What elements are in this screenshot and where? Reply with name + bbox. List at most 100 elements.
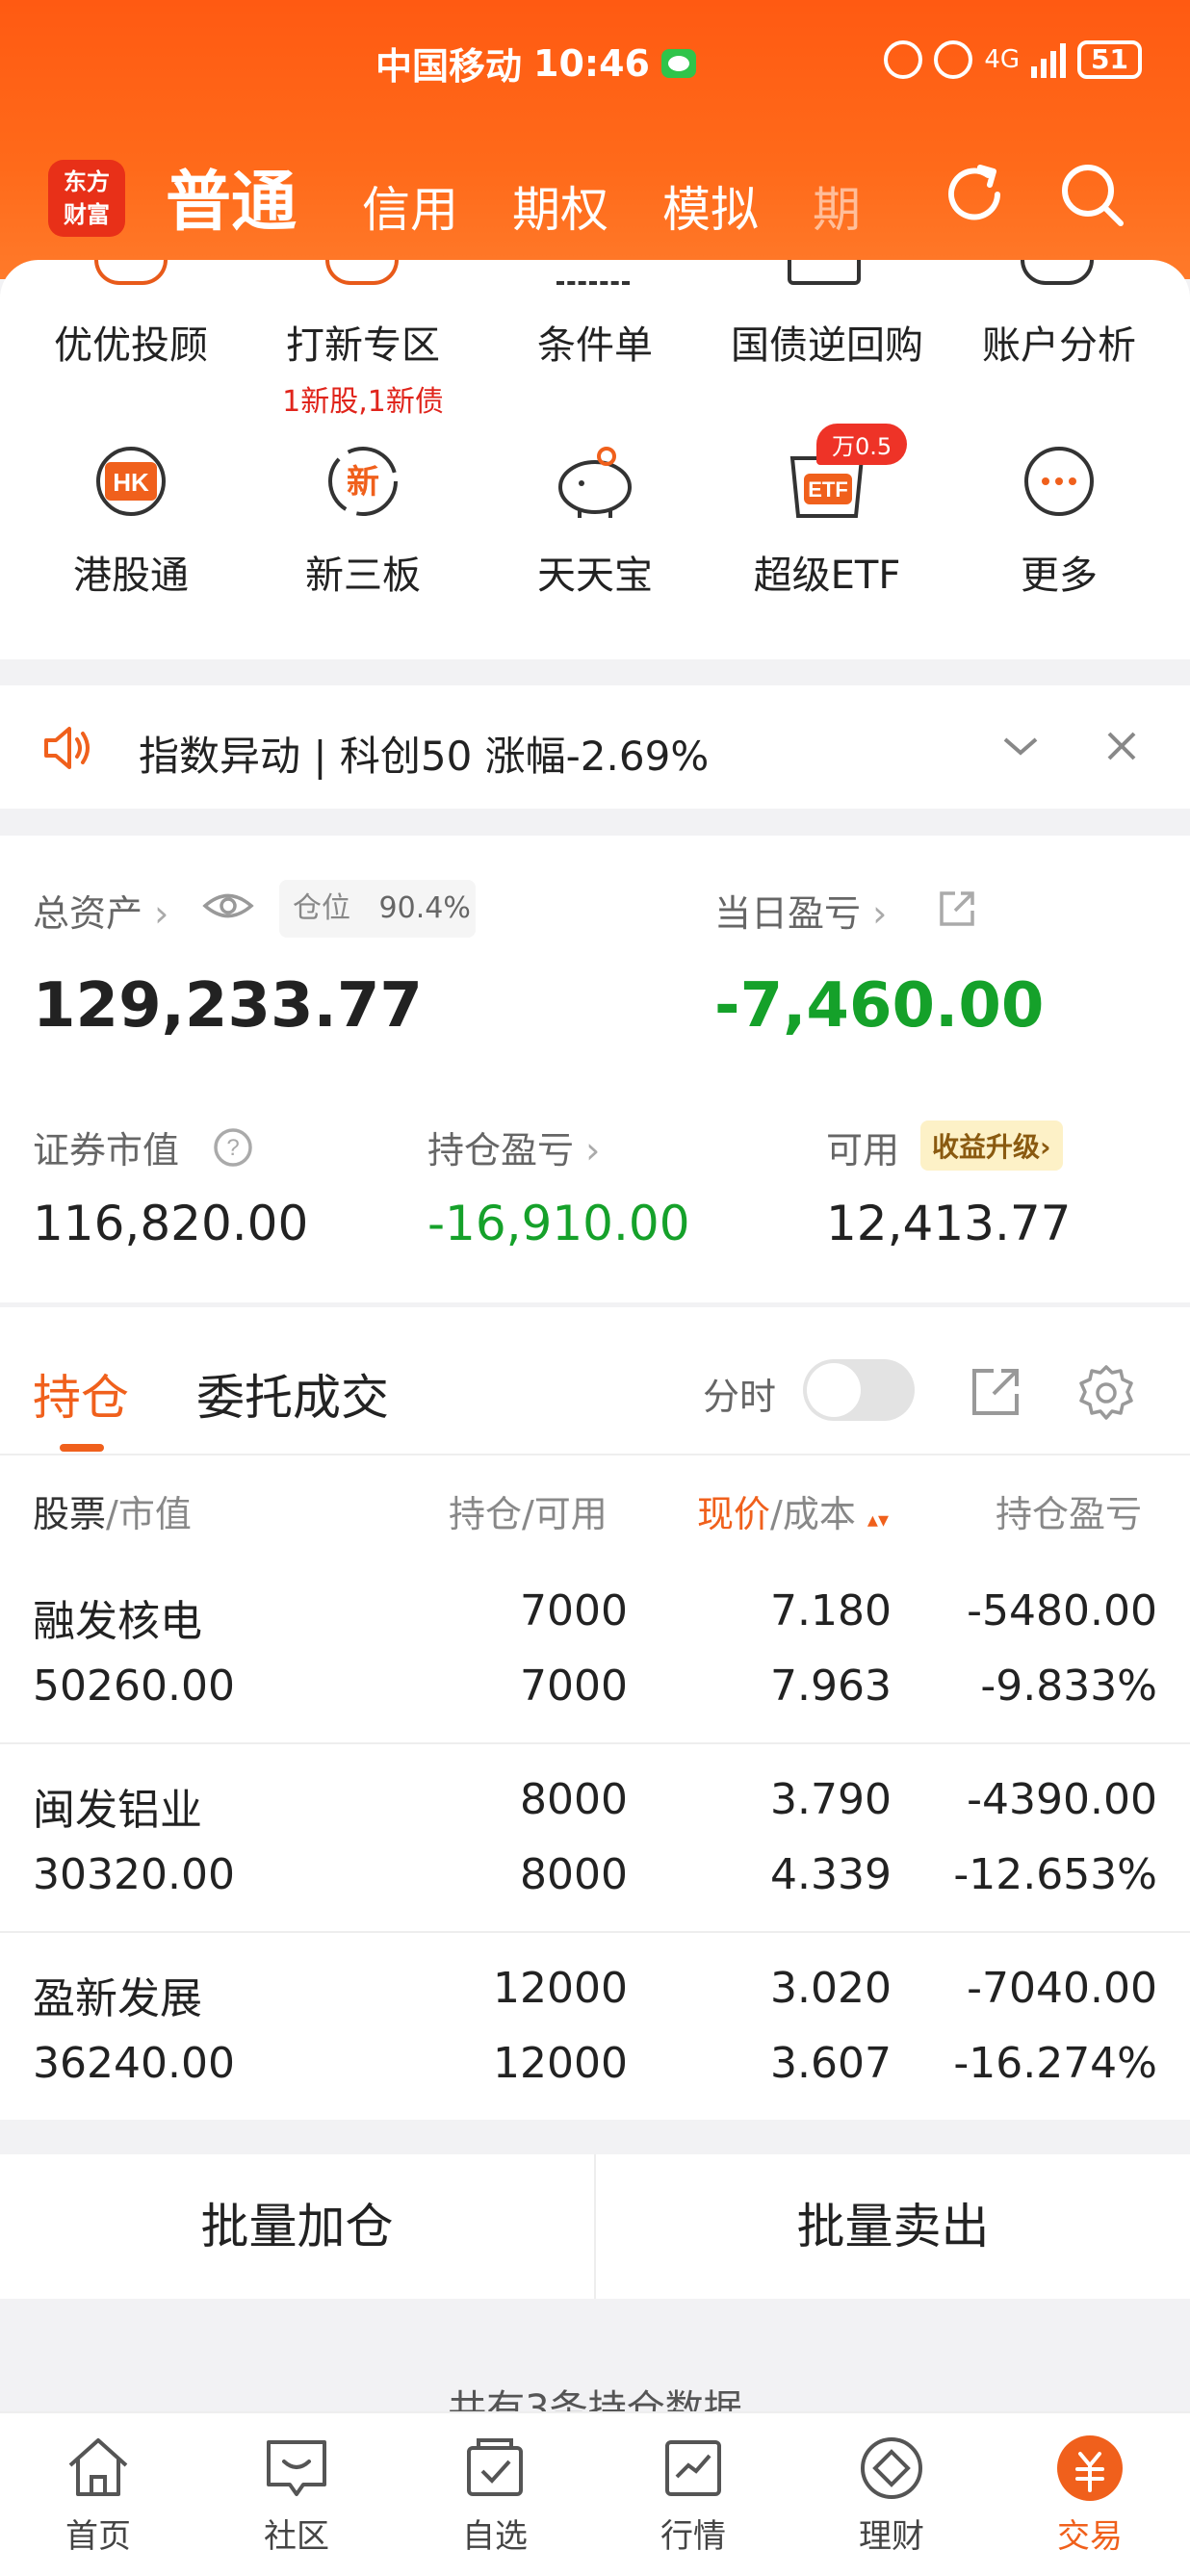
holding-pl-pct: -9.833%	[980, 1662, 1157, 1711]
close-icon[interactable]	[1103, 728, 1140, 764]
tab-orders[interactable]: 委托成交	[196, 1359, 389, 1429]
quick-item-label: 天天宝	[537, 554, 653, 598]
fenshi-toggle[interactable]	[803, 1359, 915, 1421]
nav-wealth[interactable]: 理财	[824, 2433, 959, 2557]
notice-text: 指数异动 | 科创50 涨幅-2.69%	[139, 733, 710, 780]
avail-qty: 8000	[520, 1850, 628, 1899]
holding-pl-pct: -16.274%	[953, 2039, 1157, 2088]
export-icon[interactable]	[969, 1365, 1022, 1419]
settings-gear-icon[interactable]	[1076, 1363, 1136, 1423]
status-center: 中国移动 10:46	[375, 37, 696, 90]
logo-text-bottom: 财富	[64, 201, 110, 228]
total-assets-link[interactable]: 总资产 ›	[33, 884, 168, 937]
batch-add-button[interactable]: 批量加仓	[0, 2154, 594, 2299]
quick-item-tiantianbao[interactable]: 天天宝	[479, 544, 711, 600]
wechat-icon	[660, 48, 696, 78]
quick-item-super-etf[interactable]: 超级ETF	[711, 544, 943, 600]
yield-upgrade-button[interactable]: 收益升级›	[920, 1121, 1063, 1171]
chevron-right-icon: ›	[154, 892, 169, 935]
eye-icon[interactable]	[202, 889, 254, 922]
chevron-right-icon: ›	[585, 1129, 601, 1172]
tab-simulated[interactable]: 模拟	[662, 171, 759, 241]
cost-price: 3.607	[770, 2039, 892, 2088]
tab-normal[interactable]: 普通	[166, 148, 297, 244]
quick-item-hk-connect[interactable]: 港股通	[15, 544, 246, 600]
market-chart-icon	[665, 2440, 721, 2496]
batch-sell-button[interactable]: 批量卖出	[596, 2154, 1190, 2299]
col-header-price[interactable]: 现价/成本 ▴▾	[697, 1484, 889, 1537]
wealth-icon	[861, 2437, 922, 2499]
alarm-icon	[934, 40, 973, 79]
more-icon	[1024, 447, 1094, 516]
svg-text:?: ?	[226, 1135, 239, 1161]
col-header-price-label: 现价	[697, 1493, 771, 1535]
quick-item-ipo[interactable]: 打新专区 1新股,1新债	[247, 314, 479, 420]
repo-icon	[788, 260, 861, 285]
market-value: 116,820.00	[33, 1196, 309, 1251]
nav-trade[interactable]: 交易	[1022, 2433, 1157, 2557]
holding-pl: -4390.00	[967, 1775, 1157, 1824]
battery-icon: 51	[1077, 40, 1142, 79]
etf-fee-badge: 万0.5	[816, 424, 908, 465]
quick-item-condition-order[interactable]: 条件单	[479, 314, 711, 370]
nav-watchlist[interactable]: 自选	[427, 2433, 562, 2557]
stock-name: 盈新发展	[33, 1974, 202, 2023]
stock-name: 融发核电	[33, 1597, 202, 1646]
nav-label: 首页	[65, 2517, 131, 2556]
svg-text:ETF: ETF	[808, 477, 848, 502]
hold-qty: 8000	[520, 1775, 628, 1824]
quick-item-account-analysis[interactable]: 账户分析	[944, 314, 1175, 370]
nav-home[interactable]: 首页	[31, 2433, 166, 2557]
tab-overflow[interactable]: 期	[813, 171, 861, 241]
tab-positions[interactable]: 持仓	[33, 1359, 129, 1429]
quick-item-label: 账户分析	[982, 323, 1136, 368]
col-header-stock-sub: /市值	[106, 1493, 192, 1535]
status-bar: 中国移动 10:46 4G 51	[0, 37, 1190, 94]
nav-community[interactable]: 社区	[229, 2433, 364, 2557]
chevron-down-icon[interactable]	[1001, 732, 1040, 760]
quick-item-label: 优优投顾	[54, 323, 208, 368]
tab-options[interactable]: 期权	[512, 171, 608, 241]
search-icon[interactable]	[1055, 158, 1128, 231]
total-assets-value: 129,233.77	[33, 970, 423, 1042]
share-icon[interactable]	[936, 888, 978, 930]
nav-label: 行情	[660, 2517, 726, 2556]
carrier-label: 中国移动	[375, 45, 523, 88]
quick-item-label: 更多	[1021, 554, 1098, 598]
tab-credit[interactable]: 信用	[362, 171, 458, 241]
nav-market[interactable]: 行情	[626, 2433, 761, 2557]
stock-market-value: 50260.00	[33, 1662, 235, 1711]
quick-item-neeq[interactable]: 新三板	[247, 544, 479, 600]
quick-item-reverse-repo[interactable]: 国债逆回购	[711, 314, 943, 370]
avail-qty: 12000	[493, 2039, 628, 2088]
refresh-icon[interactable]	[938, 158, 1011, 231]
notice-bar[interactable]: 指数异动 | 科创50 涨幅-2.69%	[0, 685, 1190, 809]
clock: 10:46	[533, 41, 650, 85]
holding-pl-link[interactable]: 持仓盈亏 ›	[427, 1121, 600, 1173]
position-ratio-chip: 仓位 90.4%	[279, 880, 476, 938]
help-icon[interactable]: ?	[212, 1126, 254, 1169]
toggle-knob	[807, 1363, 861, 1417]
holdings-panel: 持仓 委托成交 分时 股票/市值 持仓/可用 现价/成本 ▴▾ 持仓盈亏 融发核…	[0, 1307, 1190, 2120]
quick-item-label: 国债逆回购	[731, 323, 923, 368]
nav-label: 自选	[462, 2517, 528, 2556]
piggy-bank-icon	[558, 447, 632, 518]
quick-item-label: 新三板	[305, 554, 421, 598]
total-assets-label: 总资产	[33, 892, 143, 935]
holding-pl-label: 持仓盈亏	[427, 1129, 575, 1172]
quick-item-advisor[interactable]: 优优投顾	[15, 314, 246, 370]
header: 中国移动 10:46 4G 51 东方 财富 普通 信用 期权 模拟 期	[0, 0, 1190, 279]
col-header-price-sub: /成本	[770, 1493, 856, 1535]
upgrade-label: 收益升级	[932, 1131, 1041, 1163]
stock-market-value: 30320.00	[33, 1850, 235, 1899]
app-logo[interactable]: 东方 财富	[48, 160, 125, 237]
quick-item-more[interactable]: 更多	[944, 544, 1175, 600]
nav-label: 社区	[264, 2517, 329, 2556]
market-value-label: 证券市值	[33, 1129, 180, 1172]
holding-pl-pct: -12.653%	[953, 1850, 1157, 1899]
stock-name: 闽发铝业	[33, 1786, 202, 1835]
holding-pl: -7040.00	[967, 1964, 1157, 2013]
divider	[0, 1742, 1190, 1744]
daily-pl-link[interactable]: 当日盈亏 ›	[714, 884, 887, 937]
quick-menu: 优优投顾 打新专区 1新股,1新债 条件单 国债逆回购 账户分析 HK 新 ET…	[0, 260, 1190, 659]
